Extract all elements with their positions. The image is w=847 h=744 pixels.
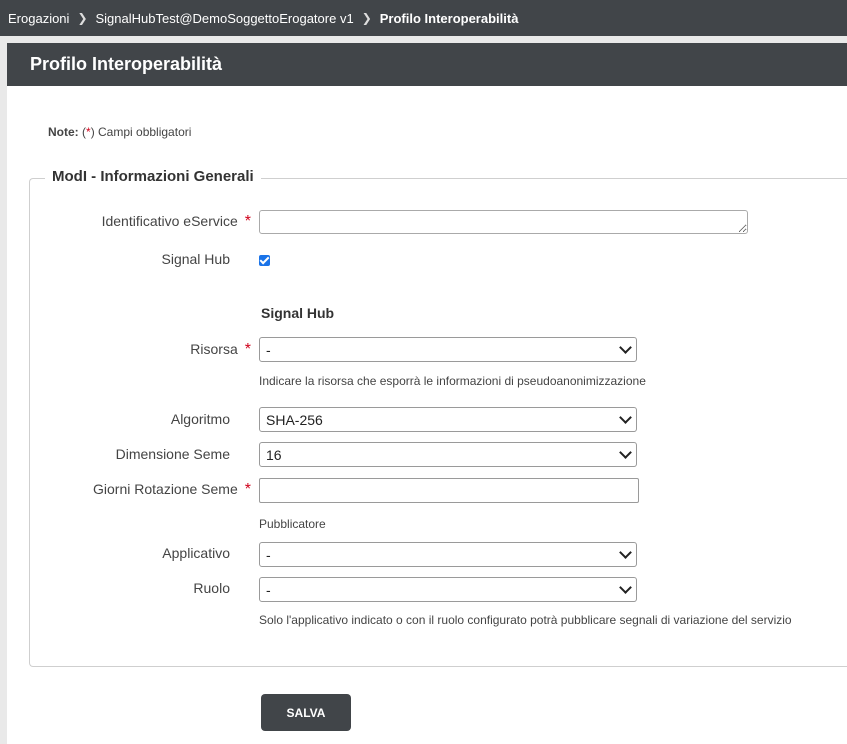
- save-button[interactable]: SALVA: [261, 694, 351, 731]
- risorsa-select[interactable]: -: [259, 337, 637, 362]
- risorsa-hint: Indicare la risorsa che esporrà le infor…: [259, 374, 646, 388]
- required-note: Note: (*) Campi obbligatori: [48, 125, 192, 139]
- required-star: *: [244, 213, 251, 230]
- chevron-right-icon: ❯: [77, 11, 88, 25]
- chevron-right-icon: ❯: [361, 11, 372, 25]
- chevron-down-icon: [619, 546, 632, 559]
- breadcrumb-current: Profilo Interoperabilità: [379, 10, 519, 26]
- algoritmo-select[interactable]: SHA-256: [259, 407, 637, 432]
- dimensione-seme-label: Dimensione Seme: [115, 446, 230, 462]
- required-star: *: [244, 481, 251, 498]
- applicativo-label: Applicativo: [162, 545, 230, 561]
- chevron-down-icon: [619, 411, 632, 424]
- giorni-rotazione-input[interactable]: [259, 478, 639, 503]
- eservice-label: Identificativo eService *: [101, 213, 251, 230]
- required-star: *: [244, 341, 251, 358]
- eservice-input[interactable]: [259, 210, 748, 234]
- signal-hub-subsection-title: Signal Hub: [261, 305, 335, 321]
- chevron-down-icon: [619, 446, 632, 459]
- risorsa-label: Risorsa *: [190, 341, 251, 358]
- page-title: Profilo Interoperabilità: [7, 43, 847, 86]
- pubblicatore-title: Pubblicatore: [259, 517, 326, 531]
- applicativo-select[interactable]: -: [259, 542, 637, 567]
- algoritmo-label: Algoritmo: [170, 411, 230, 427]
- main-panel: Profilo Interoperabilità Note: (*) Campi…: [7, 43, 847, 744]
- breadcrumb-item-api[interactable]: SignalHubTest@DemoSoggettoErogatore v1: [96, 11, 354, 26]
- signal-hub-label: Signal Hub: [161, 251, 231, 267]
- chevron-down-icon: [619, 341, 632, 354]
- dimensione-seme-select[interactable]: 16: [259, 442, 637, 467]
- breadcrumb-item-erogazioni[interactable]: Erogazioni: [8, 11, 69, 26]
- fieldset-legend: ModI - Informazioni Generali: [45, 168, 261, 185]
- signal-hub-checkbox[interactable]: [259, 255, 270, 266]
- breadcrumb: Erogazioni ❯ SignalHubTest@DemoSoggettoE…: [0, 0, 847, 36]
- ruolo-select[interactable]: -: [259, 577, 637, 602]
- ruolo-hint: Solo l'applicativo indicato o con il ruo…: [259, 613, 792, 627]
- ruolo-label: Ruolo: [193, 580, 230, 596]
- giorni-rotazione-label: Giorni Rotazione Seme *: [93, 481, 251, 498]
- chevron-down-icon: [619, 581, 632, 594]
